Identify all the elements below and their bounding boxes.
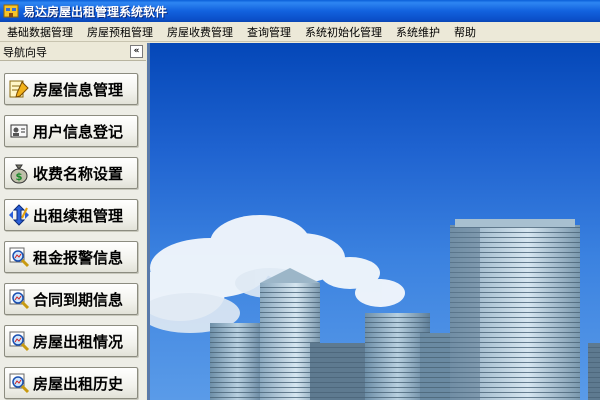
nav-item-label: 租金报警信息 [33,248,124,267]
nav-item-rent-renew[interactable]: 出租续租管理 [4,199,138,231]
nav-item-fee-name[interactable]: $ 收费名称设置 [4,157,138,189]
nav-title: 导航向导 [3,45,47,59]
collapse-nav-button[interactable]: « [130,45,143,58]
magnifier-chart-icon [9,373,30,394]
menu-basic-data[interactable]: 基础数据管理 [0,24,80,40]
menu-bar: 基础数据管理 房屋预租管理 房屋收费管理 查询管理 系统初始化管理 系统维护 帮… [0,22,600,42]
navigation-panel: 导航向导 « 房屋信息管理 用户信息登记 $ 收费名称设置 出租续租管理 租金报… [0,43,146,400]
nav-item-label: 出租续租管理 [33,206,124,225]
nav-item-label: 用户信息登记 [33,122,124,141]
money-bag-icon: $ [10,164,28,184]
nav-item-rent-status[interactable]: 房屋出租情况 [4,325,138,357]
nav-item-label: 房屋出租情况 [33,332,124,351]
magnifier-chart-icon [9,247,30,268]
nav-item-label: 房屋出租历史 [33,374,124,393]
nav-item-label: 合同到期信息 [33,290,124,309]
nav-list: 房屋信息管理 用户信息登记 $ 收费名称设置 出租续租管理 租金报警信息 合同到… [0,61,146,400]
magnifier-chart-icon [9,289,30,310]
window-title: 易达房屋出租管理系统软件 [23,4,168,19]
menu-fee[interactable]: 房屋收费管理 [160,24,240,40]
menu-help[interactable]: 帮助 [447,24,483,40]
menu-maintenance[interactable]: 系统维护 [389,24,447,40]
menu-system-init[interactable]: 系统初始化管理 [298,24,389,40]
main-background-image [147,43,600,400]
nav-item-house-info[interactable]: 房屋信息管理 [4,73,138,105]
menu-pre-rent[interactable]: 房屋预租管理 [80,24,160,40]
house-edit-icon [9,80,29,98]
svg-text:$: $ [16,172,23,183]
nav-item-user-register[interactable]: 用户信息登记 [4,115,138,147]
menu-query[interactable]: 查询管理 [240,24,298,40]
app-logo-icon [3,4,19,18]
arrows-edit-icon [9,204,29,226]
nav-item-rent-alarm[interactable]: 租金报警信息 [4,241,138,273]
nav-header: 导航向导 « [0,43,146,61]
nav-item-label: 收费名称设置 [33,164,124,183]
nav-item-contract-expiry[interactable]: 合同到期信息 [4,283,138,315]
magnifier-chart-icon [9,331,30,352]
city-skyline-image [150,215,600,400]
nav-item-rent-history[interactable]: 房屋出租历史 [4,367,138,399]
nav-item-label: 房屋信息管理 [33,80,124,99]
user-card-icon [10,124,28,138]
title-bar: 易达房屋出租管理系统软件 [0,0,600,22]
